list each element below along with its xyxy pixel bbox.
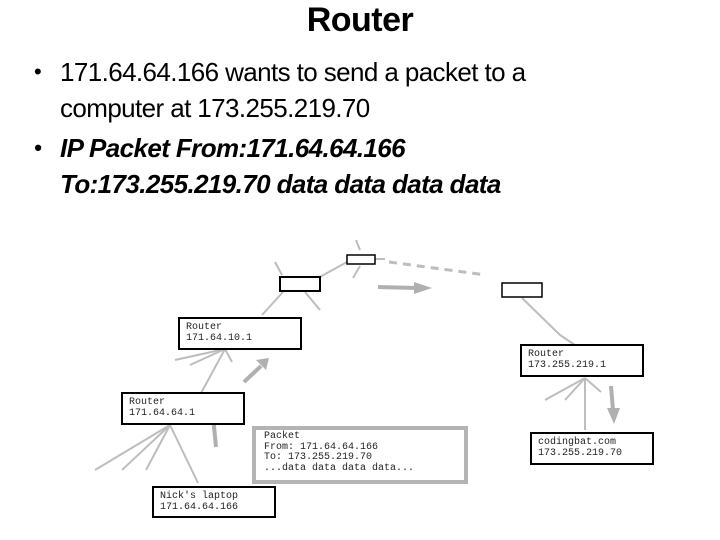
node-label: Router <box>528 349 565 360</box>
packet-box: Packet From: 171.64.64.166 To: 173.255.219… <box>252 426 468 484</box>
link-line <box>274 261 283 276</box>
packet-to: To: 173.255.219.70 <box>264 452 373 463</box>
router-node-right: Router 173.255.219.1 <box>520 344 644 377</box>
router-node-left: Router 171.64.64.1 <box>121 392 245 425</box>
node-ip: 171.64.64.1 <box>129 408 196 419</box>
node-ip: 173.255.219.70 <box>538 448 623 459</box>
router-icon <box>501 282 543 298</box>
link-line <box>121 424 171 471</box>
link-line <box>352 265 361 279</box>
link-line <box>169 424 199 484</box>
packet-data: ...data data data data... <box>264 462 415 474</box>
link-line <box>355 239 361 251</box>
node-ip: 173.255.219.1 <box>528 360 607 371</box>
router-icon <box>279 276 321 292</box>
router-node-top: Router 171.64.10.1 <box>178 317 302 350</box>
link-line <box>584 377 602 393</box>
link-line <box>224 348 233 363</box>
dashed-link <box>388 260 487 277</box>
server-node: codingbat.com 173.255.219.70 <box>530 432 654 465</box>
node-label: Nick's laptop <box>160 491 239 502</box>
router-icon <box>346 254 376 265</box>
laptop-node: Nick's laptop 171.64.64.166 <box>152 486 276 518</box>
link-line <box>199 348 226 396</box>
link-line <box>261 291 284 316</box>
node-ip: 171.64.10.1 <box>186 333 253 344</box>
node-label: Router <box>186 322 223 333</box>
link-line <box>544 377 586 401</box>
link-line <box>174 348 226 361</box>
link-line <box>521 297 561 336</box>
node-label: codingbat.com <box>538 437 617 448</box>
node-label: Router <box>129 397 166 408</box>
link-line <box>564 377 586 401</box>
link-line <box>317 261 348 279</box>
arrow-icon <box>377 282 432 294</box>
node-ip: 171.64.64.166 <box>160 502 239 513</box>
link-line <box>304 291 321 311</box>
packet-line: Packet <box>264 431 301 442</box>
arrow-icon <box>607 385 620 424</box>
arrow-icon <box>242 358 269 384</box>
